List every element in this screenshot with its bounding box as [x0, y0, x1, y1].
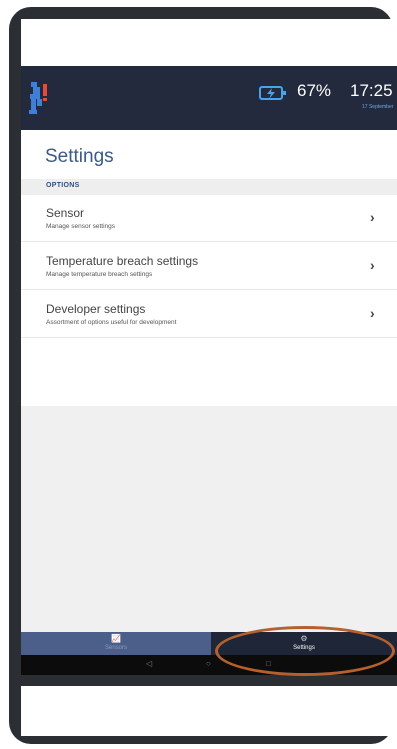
back-button[interactable]: ◁ — [146, 659, 152, 668]
chevron-right-icon: › — [370, 209, 375, 225]
settings-item-subtitle: Manage sensor settings — [46, 223, 116, 230]
chevron-right-icon: › — [370, 257, 375, 273]
section-header-options: OPTIONS — [21, 179, 397, 195]
settings-item-subtitle: Assortment of options useful for develop… — [46, 319, 177, 326]
tab-sensors[interactable]: 📈 Sensors — [21, 632, 211, 655]
highlight-ring — [215, 626, 395, 676]
settings-item-title: Sensor — [46, 206, 85, 220]
settings-item-subtitle: Manage temperature breach settings — [46, 271, 153, 278]
date-label: 17 September — [362, 104, 394, 110]
status-bar: 67% 17:25 17 September — [21, 66, 397, 130]
battery-percentage: 67% — [297, 81, 332, 100]
app-logo-icon — [29, 82, 47, 114]
settings-item-title: Temperature breach settings — [46, 254, 199, 268]
section-header-label: OPTIONS — [46, 182, 80, 189]
tab-sensors-label: Sensors — [104, 645, 127, 651]
settings-item-title: Developer settings — [46, 302, 146, 316]
chart-icon: 📈 — [111, 634, 121, 643]
settings-item-temperature-breach[interactable]: Temperature breach settings Manage tempe… — [21, 243, 397, 290]
home-button[interactable]: ○ — [206, 659, 211, 668]
app-screen: 67% 17:25 17 September Settings OPTIONS … — [21, 66, 397, 686]
settings-item-developer[interactable]: Developer settings Assortment of options… — [21, 291, 397, 338]
chevron-right-icon: › — [370, 305, 375, 321]
screen-bottom-edge — [21, 675, 397, 686]
tablet-bezel-top — [21, 19, 397, 66]
battery-charging-icon — [259, 86, 286, 100]
page-title: Settings — [45, 146, 114, 167]
clock: 17:25 — [350, 81, 393, 100]
tablet-bezel-bottom — [21, 686, 397, 736]
settings-item-sensor[interactable]: Sensor Manage sensor settings › — [21, 195, 397, 242]
